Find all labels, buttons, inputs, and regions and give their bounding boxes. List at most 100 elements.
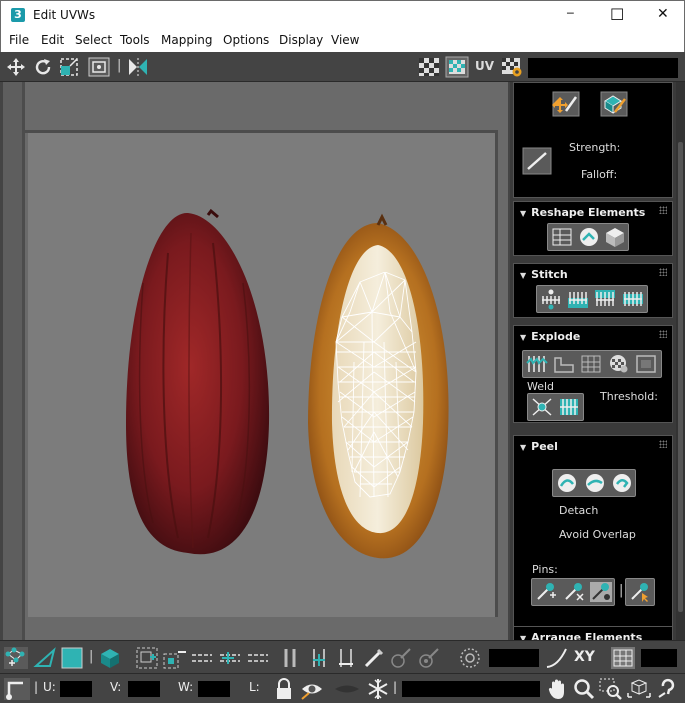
toolbar-divider: | — [117, 58, 122, 73]
drag-handle-icon[interactable] — [659, 268, 667, 276]
move-icon[interactable] — [4, 56, 28, 78]
pan-hand-icon[interactable] — [546, 677, 570, 701]
drag-handle-icon[interactable] — [659, 206, 667, 214]
peel-header[interactable]: ▼ Peel — [520, 440, 558, 453]
weld-target-icon[interactable] — [557, 396, 581, 418]
reshape-elements-header[interactable]: ▼ Reshape Elements — [520, 206, 645, 219]
stitch-average-icon[interactable] — [593, 288, 617, 310]
explode-element-icon[interactable] — [634, 353, 658, 375]
freeform-icon[interactable] — [87, 56, 111, 78]
scrollbar-thumb[interactable] — [678, 142, 683, 612]
paint-relax-icon[interactable] — [600, 91, 628, 117]
pin-selected-icon[interactable] — [534, 581, 558, 603]
menu-view[interactable]: View — [331, 33, 359, 47]
selection-set-field[interactable] — [402, 681, 540, 697]
cube-relax-icon[interactable] — [603, 226, 627, 248]
edge-ring-icon[interactable] — [308, 646, 332, 670]
select-element-icon[interactable] — [97, 646, 123, 670]
mirror-icon[interactable] — [126, 56, 150, 78]
auto-pin-icon[interactable] — [589, 581, 613, 603]
break-icon[interactable] — [525, 353, 549, 375]
stitch-source-icon[interactable] — [566, 288, 590, 310]
limit-selection-icon[interactable] — [610, 646, 636, 670]
detach-label[interactable]: Detach — [559, 504, 598, 517]
collapse-arrow-icon: ▼ — [520, 443, 527, 452]
freeze-icon[interactable] — [366, 677, 390, 701]
menu-select[interactable]: Select — [75, 33, 112, 47]
menu-display[interactable]: Display — [279, 33, 323, 47]
settings-checker-icon[interactable] — [500, 56, 524, 78]
minimize-icon: ─ — [567, 7, 574, 20]
v-coordinate-field[interactable] — [128, 681, 160, 697]
absolute-offset-icon[interactable] — [3, 677, 31, 701]
shrink-selection-icon[interactable] — [162, 646, 188, 670]
checker-map-icon[interactable] — [417, 56, 441, 78]
collapse-arrow-icon: ▼ — [520, 333, 527, 342]
relax-icon[interactable] — [577, 226, 601, 248]
texture-display-icon[interactable] — [445, 56, 469, 78]
edge-loop-icon[interactable] — [280, 646, 302, 670]
menu-edit[interactable]: Edit — [41, 33, 64, 47]
close-button[interactable]: ✕ — [641, 1, 685, 31]
bottom-divider: | — [89, 649, 94, 664]
paint-select-shrink-icon[interactable] — [416, 646, 442, 670]
w-coordinate-field[interactable] — [198, 681, 230, 697]
soft-selection-icon[interactable] — [457, 646, 483, 670]
stitch-target-icon[interactable] — [621, 288, 645, 310]
minimize-button[interactable]: ─ — [549, 1, 595, 31]
avoid-overlap-label[interactable]: Avoid Overlap — [559, 528, 636, 541]
texture-dropdown[interactable] — [528, 58, 678, 78]
stitch-header[interactable]: ▼ Stitch — [520, 268, 568, 281]
menu-file[interactable]: File — [9, 33, 29, 47]
help-icon[interactable] — [655, 677, 681, 701]
pin-cursor-button[interactable] — [625, 578, 655, 606]
select-vertex-icon[interactable] — [3, 646, 29, 670]
zoom-icon[interactable] — [572, 677, 596, 701]
weld-button-group — [527, 393, 584, 421]
paint-select-icon[interactable] — [362, 646, 386, 670]
zoom-extents-icon[interactable] — [626, 677, 652, 701]
reset-peel-icon[interactable] — [610, 472, 634, 494]
maximize-button[interactable]: ☐ — [595, 1, 641, 31]
u-coordinate-field[interactable] — [60, 681, 92, 697]
unpin-selected-icon[interactable] — [562, 581, 586, 603]
zoom-region-icon[interactable] — [598, 677, 624, 701]
lock-icon[interactable] — [273, 677, 295, 701]
drag-handle-icon[interactable] — [659, 330, 667, 338]
grow-selection-icon[interactable] — [135, 646, 161, 670]
brush-icon[interactable] — [522, 147, 552, 175]
paint-select-grow-icon[interactable] — [388, 646, 414, 670]
weld-selected-icon[interactable] — [530, 396, 554, 418]
explode-header[interactable]: ▼ Explode — [520, 330, 580, 343]
scale-icon[interactable] — [58, 56, 82, 78]
paint-move-icon[interactable] — [552, 91, 580, 117]
uv-mesh-overlay[interactable] — [330, 272, 422, 500]
hidden-display-icon[interactable] — [332, 677, 362, 701]
peel-mode-icon[interactable] — [583, 472, 607, 494]
menu-mapping[interactable]: Mapping — [161, 33, 213, 47]
quick-peel-icon[interactable] — [555, 472, 579, 494]
panel-scrollbar[interactable] — [676, 82, 685, 640]
stitch-custom-icon[interactable] — [539, 288, 563, 310]
loop-ring-icons[interactable] — [190, 649, 270, 667]
select-edge-icon[interactable] — [32, 646, 58, 670]
flatten-by-material-icon[interactable] — [607, 353, 631, 375]
falloff-space-xy[interactable]: XY — [574, 649, 595, 665]
select-polygon-icon[interactable] — [60, 646, 86, 670]
menu-options[interactable]: Options — [223, 33, 269, 47]
arrange-elements-header[interactable]: ▼ Arrange Elements — [520, 631, 642, 640]
flatten-by-polygon-icon[interactable] — [552, 353, 576, 375]
soft-selection-falloff-field[interactable] — [489, 649, 539, 667]
flatten-by-smoothing-icon[interactable] — [579, 353, 603, 375]
uv-viewport[interactable] — [3, 82, 508, 640]
straighten-icon[interactable] — [550, 226, 574, 248]
drag-handle-icon[interactable] — [659, 440, 667, 448]
limit-value-field[interactable] — [641, 649, 677, 667]
strength-label: Strength: — [569, 141, 621, 154]
rotate-icon[interactable] — [31, 56, 55, 78]
uv-space-label[interactable]: UV — [475, 59, 494, 73]
hide-icon[interactable] — [299, 677, 325, 701]
falloff-curve-icon[interactable] — [544, 646, 570, 670]
select-shell-icon[interactable] — [335, 646, 359, 670]
menu-tools[interactable]: Tools — [120, 33, 150, 47]
